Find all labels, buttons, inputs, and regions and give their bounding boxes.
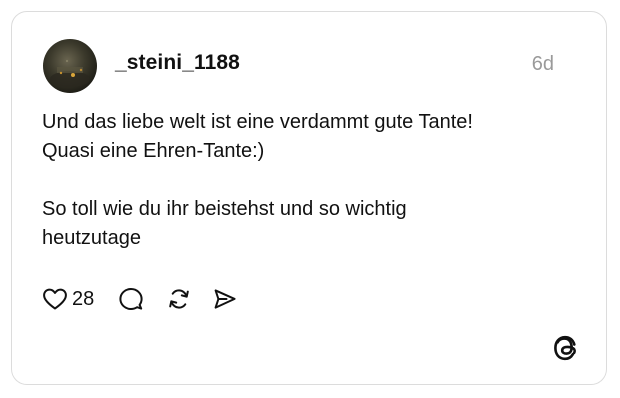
like-button[interactable]: 28 [42,287,94,311]
comment-bubble-icon [119,288,143,310]
post-card: _steini_1188 6d Und das liebe welt ist e… [11,11,607,385]
username[interactable]: _steini_1188 [115,51,240,75]
post-line: So toll wie du ihr beistehst und so wich… [42,198,407,220]
repost-button[interactable] [166,286,192,312]
post-line: Quasi eine Ehren-Tante:) [42,140,265,162]
reply-button[interactable] [118,286,144,312]
avatar[interactable] [43,39,97,93]
post-line: heutzutage [42,227,141,249]
share-button[interactable] [212,286,238,312]
heart-icon [43,288,67,310]
send-icon [214,289,236,309]
avatar-image [50,60,90,87]
post-body: Und das liebe welt ist eine verdammt gut… [42,108,582,253]
post-timestamp: 6d [531,53,554,75]
like-count: 28 [72,287,95,310]
post-line: Und das liebe welt ist eine verdammt gut… [42,111,473,133]
repost-icon [169,289,190,309]
threads-logo-icon[interactable] [552,334,578,362]
post-actions: 28 [42,285,238,313]
